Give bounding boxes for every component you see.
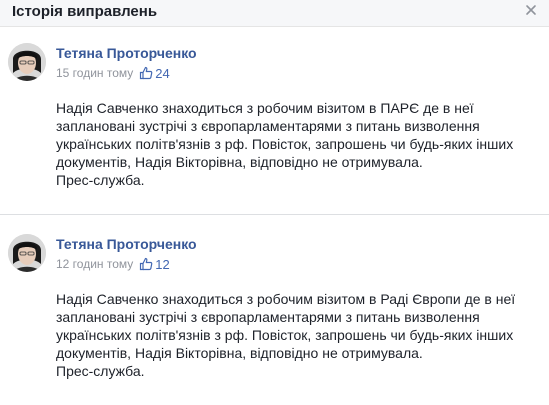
post-meta: 15 годин тому 24	[56, 65, 170, 81]
post-body: Надія Савченко знаходиться з робочим віз…	[56, 99, 541, 189]
revision-item: Тетяна Проторченко 12 годин тому 12 Наді…	[0, 217, 549, 397]
post-line: Прес-служба.	[56, 172, 145, 188]
timestamp[interactable]: 15 годин тому	[56, 66, 133, 80]
author-name[interactable]: Тетяна Проторченко	[56, 236, 197, 252]
like-count: 24	[155, 65, 170, 81]
post-line: українських політв'язнів з рф. Повісток,…	[56, 136, 514, 152]
post-line: заплановані зустрічі з європарламентарям…	[56, 309, 480, 325]
dialog-title: Історія виправлень	[12, 3, 158, 20]
dialog-header: Історія виправлень	[0, 0, 549, 27]
close-icon[interactable]	[525, 4, 537, 16]
thumbs-up-icon	[140, 257, 153, 271]
post-line: Прес-служба.	[56, 363, 145, 379]
timestamp[interactable]: 12 годин тому	[56, 257, 133, 271]
like-count: 12	[155, 256, 170, 272]
like-button[interactable]: 24	[139, 65, 170, 81]
author-name[interactable]: Тетяна Проторченко	[56, 45, 197, 61]
revision-item: Тетяна Проторченко 15 годин тому 24 Наді…	[0, 26, 549, 206]
avatar[interactable]	[8, 234, 46, 272]
post-line: документів, Надія Вікторівна, відповідно…	[56, 154, 423, 170]
post-line: українських політв'язнів з рф. Повісток,…	[56, 327, 514, 343]
post-line: Надія Савченко знаходиться з робочим віз…	[56, 291, 516, 307]
thumbs-up-icon	[140, 66, 153, 80]
avatar[interactable]	[8, 43, 46, 81]
revision-divider	[0, 214, 549, 215]
like-button[interactable]: 12	[139, 256, 170, 272]
post-line: Надія Савченко знаходиться з робочим віз…	[56, 100, 474, 116]
post-meta: 12 годин тому 12	[56, 256, 170, 272]
post-line: документів, Надія Вікторівна, відповідно…	[56, 345, 423, 361]
post-body: Надія Савченко знаходиться з робочим віз…	[56, 290, 541, 380]
post-line: заплановані зустрічі з європарламентарям…	[56, 118, 480, 134]
